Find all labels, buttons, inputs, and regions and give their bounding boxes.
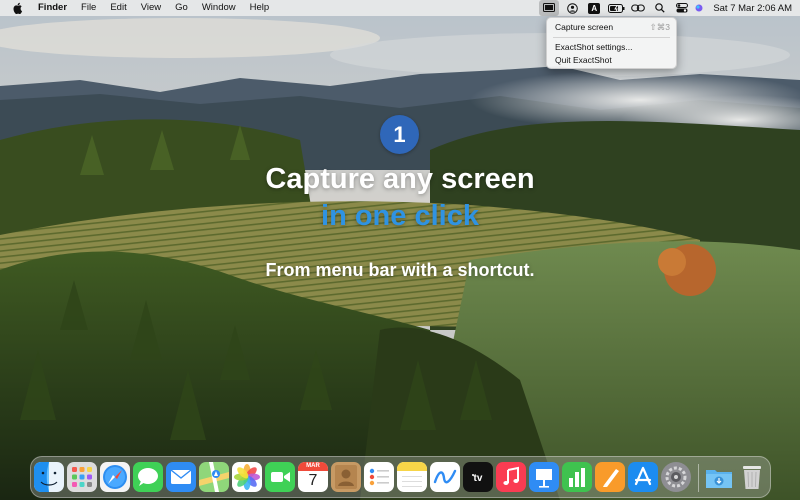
menu-app-name[interactable]: Finder — [31, 0, 74, 16]
menu-item-label: ExactShot settings... — [555, 42, 633, 52]
status-area: A Sat 7 Mar 2:06 AM — [539, 0, 792, 16]
calendar-icon[interactable]: MAR 7 — [298, 462, 328, 492]
contacts-icon[interactable] — [331, 462, 361, 492]
mail-icon[interactable] — [166, 462, 196, 492]
launchpad-icon[interactable] — [67, 462, 97, 492]
menu-item-label: Quit ExactShot — [555, 55, 612, 65]
messages-icon[interactable] — [133, 462, 163, 492]
menu-go[interactable]: Go — [168, 0, 195, 16]
pages-icon[interactable] — [595, 462, 625, 492]
keynote-icon[interactable] — [529, 462, 559, 492]
siri-icon[interactable] — [693, 0, 705, 16]
user-circle-icon[interactable] — [561, 0, 583, 16]
control-center-icon[interactable] — [671, 0, 693, 16]
search-icon[interactable] — [649, 0, 671, 16]
battery-icon[interactable] — [605, 0, 627, 16]
svg-text:tv: tv — [474, 473, 483, 484]
dock: MAR 7 tv — [30, 456, 771, 498]
exactshot-dropdown-menu: Capture screen ⇧⌘3 ExactShot settings...… — [546, 17, 677, 69]
facetime-icon[interactable] — [265, 462, 295, 492]
system-settings-icon[interactable] — [661, 462, 691, 492]
menu-clock[interactable]: Sat 7 Mar 2:06 AM — [705, 3, 792, 14]
menu-separator — [553, 37, 670, 38]
safari-icon[interactable] — [100, 462, 130, 492]
maps-icon[interactable] — [199, 462, 229, 492]
menu-window[interactable]: Window — [195, 0, 243, 16]
apple-logo-icon[interactable] — [11, 2, 25, 14]
exactshot-icon[interactable] — [539, 0, 560, 16]
notes-icon[interactable] — [397, 462, 427, 492]
menu-view[interactable]: View — [134, 0, 168, 16]
desktop-wallpaper — [0, 0, 800, 500]
apple-tv-icon[interactable]: tv — [463, 462, 493, 492]
menu-edit[interactable]: Edit — [103, 0, 133, 16]
menu-bar: Finder File Edit View Go Window Help A S… — [0, 0, 800, 16]
finder-icon[interactable] — [34, 462, 64, 492]
app-store-icon[interactable] — [628, 462, 658, 492]
freeform-icon[interactable] — [430, 462, 460, 492]
step-number-badge: 1 — [380, 115, 419, 154]
downloads-folder-icon[interactable] — [704, 462, 734, 492]
menu-file[interactable]: File — [74, 0, 103, 16]
numbers-icon[interactable] — [562, 462, 592, 492]
input-source-label: A — [588, 2, 601, 14]
calendar-day: 7 — [308, 472, 318, 489]
menu-item-quit-exactshot[interactable]: Quit ExactShot — [555, 54, 670, 66]
dock-separator — [698, 464, 699, 492]
menu-item-label: Capture screen — [555, 22, 614, 32]
keyboard-shortcut: ⇧⌘3 — [649, 22, 670, 32]
photos-icon[interactable] — [232, 462, 262, 492]
headline-line-2: in one click — [321, 200, 479, 232]
link-icon[interactable] — [627, 0, 649, 16]
reminders-icon[interactable] — [364, 462, 394, 492]
menu-help[interactable]: Help — [243, 0, 277, 16]
headline-line-1: Capture any screen — [265, 163, 535, 195]
subtitle: From menu bar with a shortcut. — [265, 260, 535, 280]
menu-item-exactshot-settings[interactable]: ExactShot settings... — [555, 41, 670, 53]
menu-item-capture-screen[interactable]: Capture screen ⇧⌘3 — [555, 21, 670, 33]
trash-icon[interactable] — [737, 462, 767, 492]
calendar-month: MAR — [298, 462, 328, 471]
music-icon[interactable] — [496, 462, 526, 492]
input-source-icon[interactable]: A — [583, 0, 605, 16]
